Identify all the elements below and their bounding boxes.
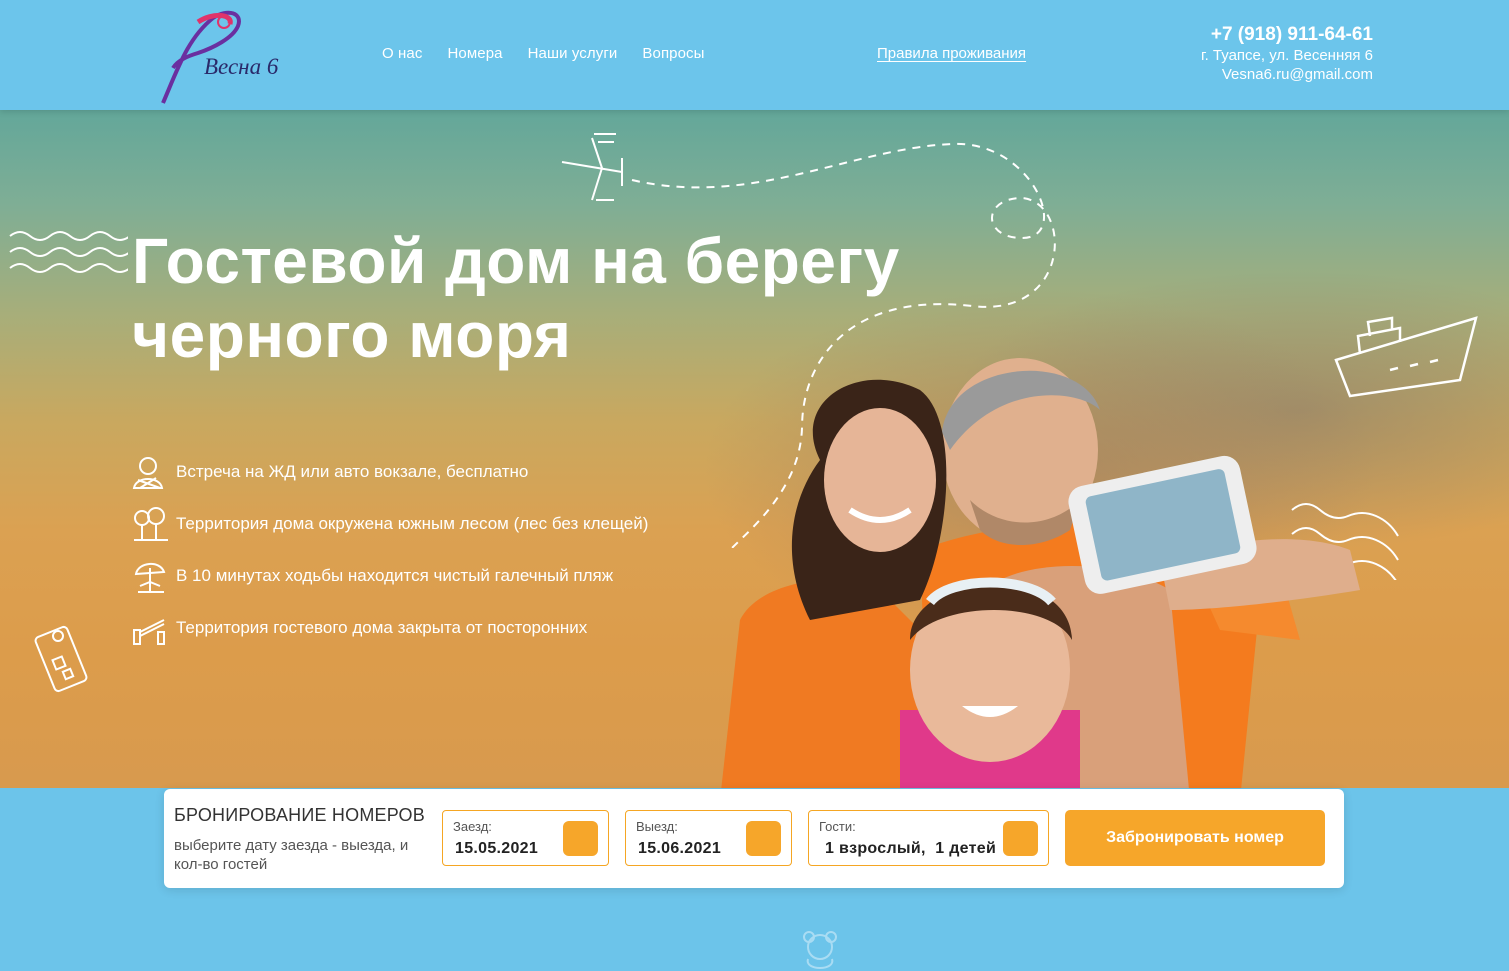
checkin-label: Заезд: [453,819,492,834]
booking-panel: БРОНИРОВАНИЕ НОМЕРОВ выберите дату заезд… [164,789,1344,888]
contact-phone[interactable]: +7 (918) 911-64-61 [1201,24,1373,46]
feature-text: В 10 минутах ходьбы находится чистый гал… [176,566,614,585]
nav-rooms[interactable]: Номера [447,45,502,62]
hero-title-line2: черного моря [132,299,572,371]
waves-icon [9,231,128,273]
rules-link[interactable]: Правила проживания [877,45,1026,62]
forest-icon [130,504,176,544]
checkin-calendar-button[interactable] [563,821,598,856]
booking-subtitle: выберите дату заезда - выезда, и кол-во … [174,837,409,873]
meeting-icon [130,452,176,492]
nav-about[interactable]: О нас [382,45,422,62]
feature-text: Территория гостевого дома закрыта от пос… [176,618,588,637]
main-nav: О нас Номера Наши услуги Вопросы [382,45,705,62]
nav-questions[interactable]: Вопросы [642,45,704,62]
logo[interactable]: Весна 6 [158,8,298,106]
guests-value[interactable]: 1 взрослый, 1 детей [825,840,996,858]
checkout-field[interactable]: Выезд: 15.06.2021 [625,810,792,866]
beach-icon [130,556,176,596]
checkout-value[interactable]: 15.06.2021 [638,840,721,858]
book-room-button[interactable]: Забронировать номер [1065,810,1325,866]
site-header: Весна 6 О нас Номера Наши услуги Вопросы… [0,0,1509,110]
hero-section: Гостевой дом на берегу черного моря Встр… [0,110,1509,788]
logo-text: Весна 6 [204,54,279,79]
contact-email[interactable]: Vesna6.ru@gmail.com [1201,65,1373,84]
feature-text: Встреча на ЖД или авто вокзале, бесплатн… [176,462,529,481]
checkout-label: Выезд: [636,819,678,834]
barrier-icon [130,608,176,648]
nav-services[interactable]: Наши услуги [528,45,618,62]
feature-item: В 10 минутах ходьбы находится чистый гал… [130,556,648,596]
contact-address: г. Туапсе, ул. Весенняя 6 [1200,47,1373,64]
family-photo [721,358,1360,788]
guests-label: Гости: [819,819,856,834]
checkin-value[interactable]: 15.05.2021 [455,840,538,858]
feature-text: Территория дома окружена южным лесом (ле… [176,514,649,533]
teddy-icon [803,931,837,969]
feature-item: Территория гостевого дома закрыта от пос… [130,608,648,648]
checkout-calendar-button[interactable] [746,821,781,856]
booking-title: БРОНИРОВАНИЕ НОМЕРОВ [174,805,425,825]
guests-field[interactable]: Гости: 1 взрослый, 1 детей [808,810,1049,866]
hero-title-line1: Гостевой дом на берегу [132,225,900,297]
drink-icon [34,625,88,693]
feature-item: Территория дома окружена южным лесом (ле… [130,504,648,544]
feature-item: Встреча на ЖД или авто вокзале, бесплатн… [130,452,648,492]
contacts: +7 (918) 911-64-61 г. Туапсе, ул. Весенн… [1201,24,1373,84]
guests-selector-button[interactable] [1003,821,1038,856]
features-list: Встреча на ЖД или авто вокзале, бесплатн… [130,452,648,660]
checkin-field[interactable]: Заезд: 15.05.2021 [442,810,609,866]
